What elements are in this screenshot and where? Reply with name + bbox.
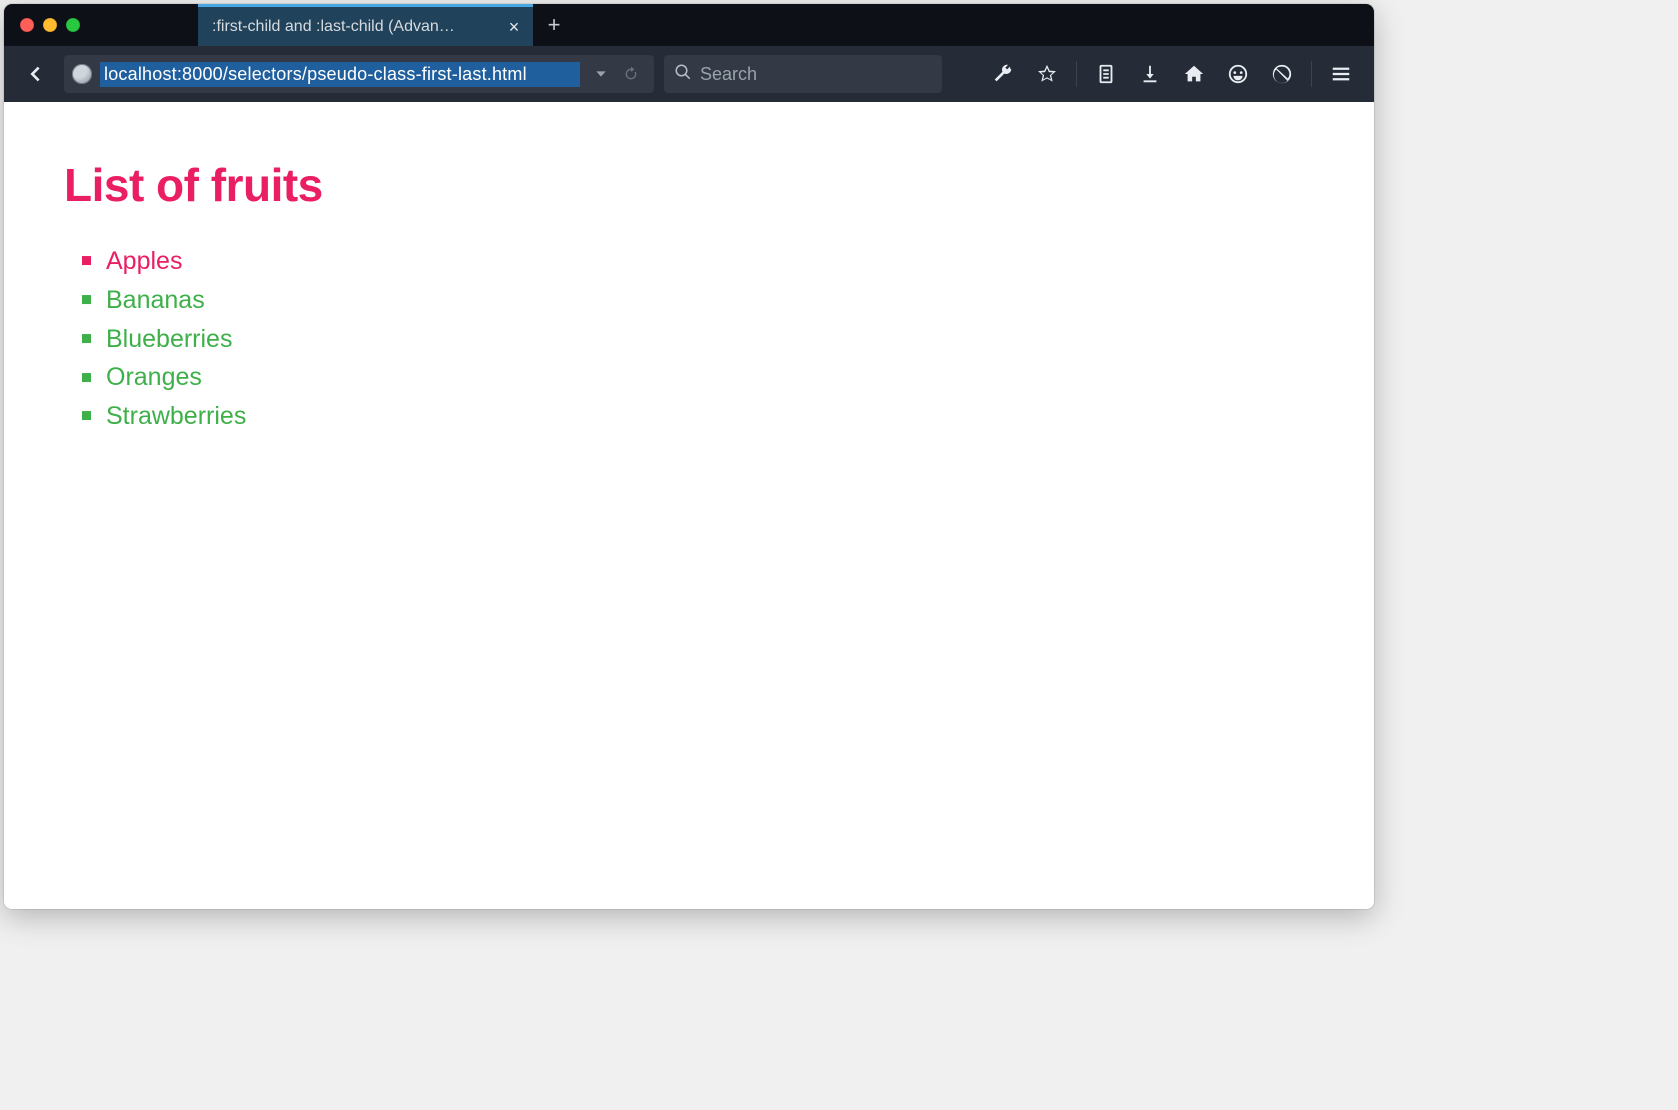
toolbar-separator	[1076, 61, 1077, 87]
window-close-button[interactable]	[20, 18, 34, 32]
hamburger-icon[interactable]	[1320, 53, 1362, 95]
search-icon	[674, 63, 692, 86]
search-box[interactable]	[664, 55, 942, 93]
list-item: Strawberries	[106, 397, 1314, 436]
smiley-icon[interactable]	[1217, 53, 1259, 95]
toolbar-separator	[1311, 61, 1312, 87]
page-viewport[interactable]: List of fruits Apples Bananas Blueberrie…	[4, 102, 1374, 909]
list-item: Oranges	[106, 358, 1314, 397]
list-item: Bananas	[106, 281, 1314, 320]
window-controls	[4, 4, 198, 46]
list-item: Apples	[106, 242, 1314, 281]
download-icon[interactable]	[1129, 53, 1171, 95]
wrench-icon[interactable]	[982, 53, 1024, 95]
page-heading: List of fruits	[64, 158, 1314, 212]
tab-title: :first-child and :last-child (Advan…	[212, 18, 495, 36]
tab-strip: :first-child and :last-child (Advan… × +	[4, 4, 1374, 46]
search-input[interactable]	[700, 64, 932, 85]
list-item: Blueberries	[106, 320, 1314, 359]
globe-icon	[72, 64, 92, 84]
url-bar[interactable]: localhost:8000/selectors/pseudo-class-fi…	[64, 55, 654, 93]
url-text[interactable]: localhost:8000/selectors/pseudo-class-fi…	[100, 62, 580, 87]
noscript-icon[interactable]	[1261, 53, 1303, 95]
clipboard-icon[interactable]	[1085, 53, 1127, 95]
plus-icon[interactable]: +	[533, 4, 575, 46]
chevron-down-icon[interactable]	[588, 61, 614, 87]
toolbar-right	[982, 53, 1362, 95]
window-minimize-button[interactable]	[43, 18, 57, 32]
fruit-list: Apples Bananas Blueberries Oranges Straw…	[64, 242, 1314, 436]
page-content: List of fruits Apples Bananas Blueberrie…	[64, 158, 1314, 436]
home-icon[interactable]	[1173, 53, 1215, 95]
close-icon[interactable]: ×	[505, 18, 523, 36]
window-zoom-button[interactable]	[66, 18, 80, 32]
tab-active[interactable]: :first-child and :last-child (Advan… ×	[198, 4, 533, 46]
arrow-left-icon[interactable]	[16, 55, 54, 93]
nav-toolbar: localhost:8000/selectors/pseudo-class-fi…	[4, 46, 1374, 102]
browser-window: :first-child and :last-child (Advan… × +…	[4, 4, 1374, 909]
star-icon[interactable]	[1026, 53, 1068, 95]
reload-icon[interactable]	[618, 61, 644, 87]
